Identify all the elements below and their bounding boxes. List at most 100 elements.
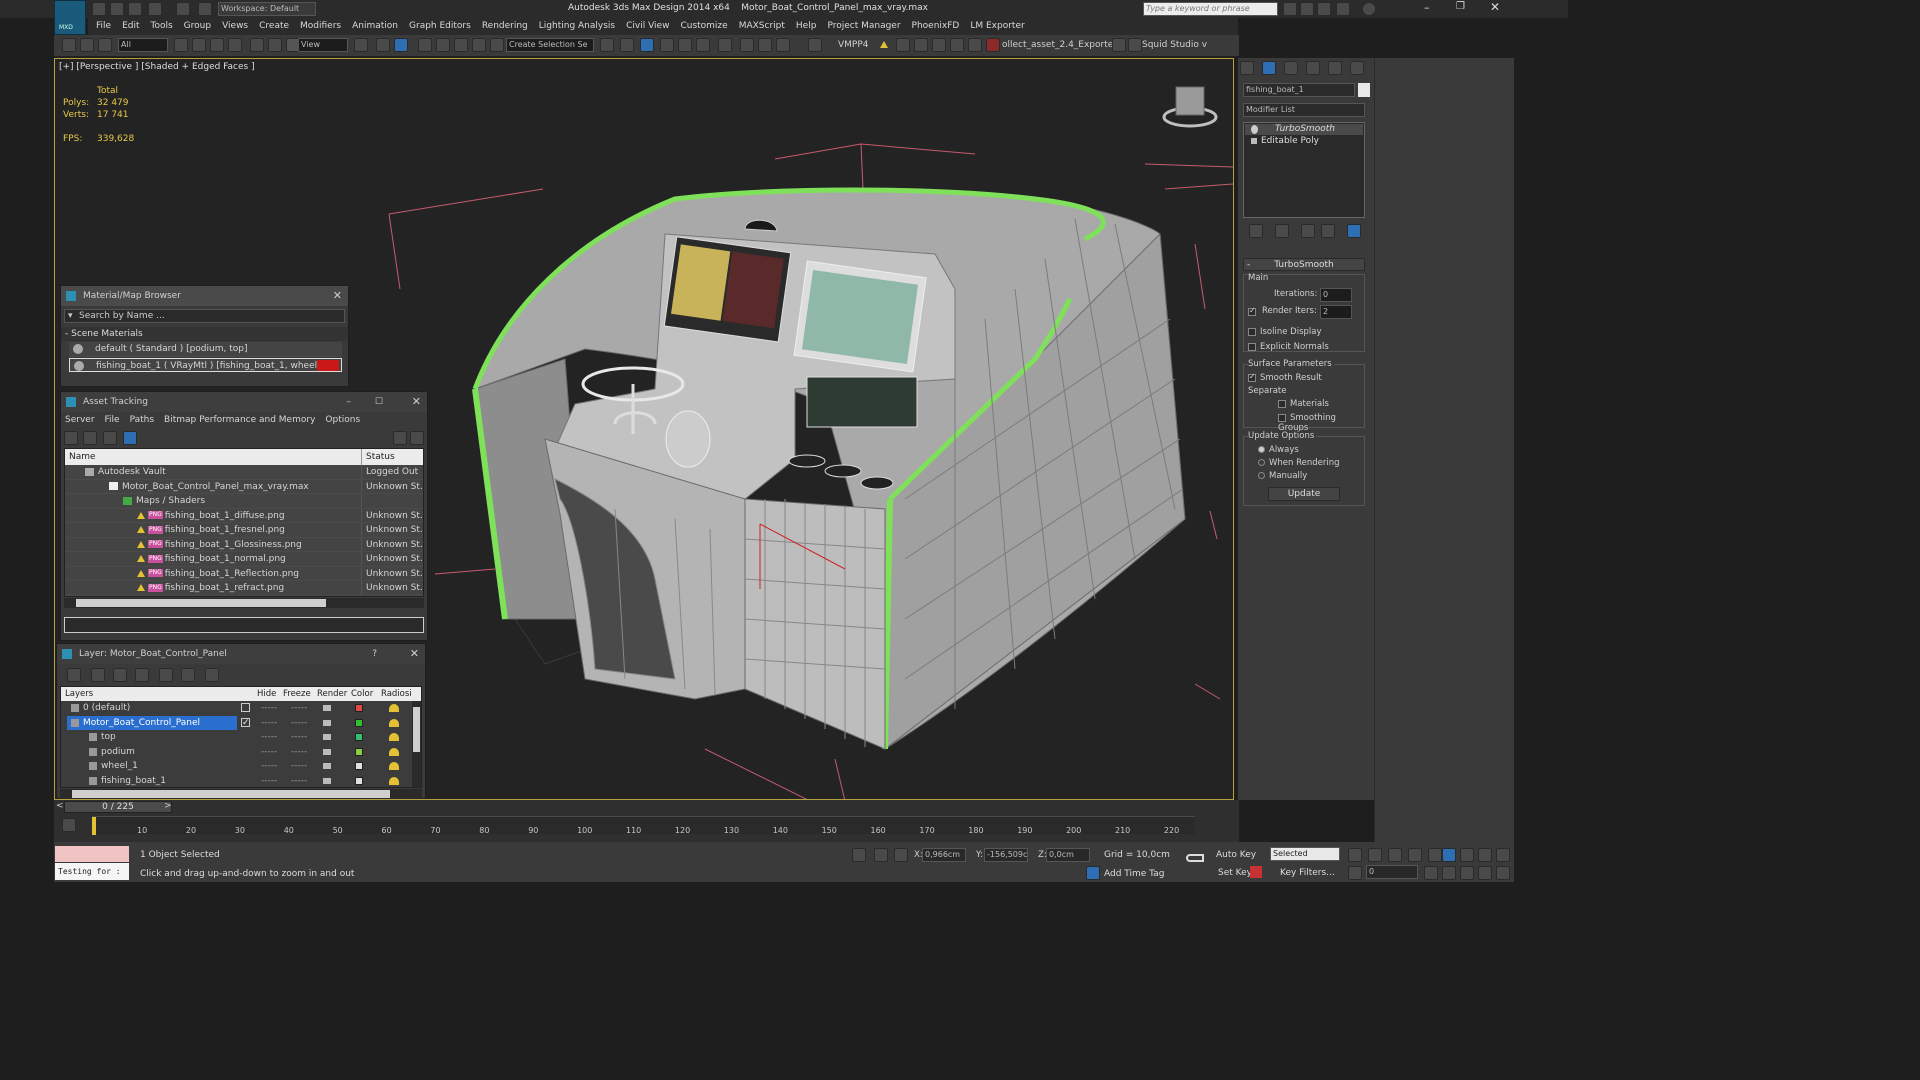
- key-icon[interactable]: [1186, 854, 1204, 862]
- radiosity-icon[interactable]: [389, 704, 399, 712]
- asset-row[interactable]: PNG fishing_boat_1_Glossiness.png Unknown …: [65, 537, 423, 552]
- zoom-icon[interactable]: [1442, 848, 1456, 862]
- spinner-snap-icon[interactable]: [472, 38, 486, 52]
- menu-item-help[interactable]: Help: [796, 18, 817, 35]
- stack-item-turbosmooth[interactable]: TurboSmooth: [1245, 124, 1363, 135]
- pan-icon[interactable]: [1460, 866, 1474, 880]
- rotate-icon[interactable]: [268, 38, 282, 52]
- menu-item-project-manager[interactable]: Project Manager: [827, 18, 900, 35]
- modify-tab-icon[interactable]: [1262, 61, 1276, 75]
- current-layer-checkbox[interactable]: [241, 703, 250, 712]
- mirror-icon[interactable]: [600, 38, 614, 52]
- prev-key-icon[interactable]: [1368, 848, 1382, 862]
- material-browser-titlebar[interactable]: Material/Map Browser ✕: [61, 286, 348, 306]
- selection-filter-dropdown[interactable]: All: [118, 38, 168, 52]
- motion-tab-icon[interactable]: [1306, 61, 1320, 75]
- menu-item-phoenixfd[interactable]: PhoenixFD: [912, 18, 960, 35]
- when-rendering-radio[interactable]: [1258, 459, 1265, 466]
- menu-item-animation[interactable]: Animation: [352, 18, 398, 35]
- schematic-view-icon[interactable]: [718, 38, 732, 52]
- remove-modifier-icon[interactable]: [1321, 224, 1335, 238]
- reference-coordinate-dropdown[interactable]: View: [298, 38, 348, 52]
- unlink-icon[interactable]: [80, 38, 94, 52]
- next-frame-icon[interactable]: >: [164, 801, 172, 811]
- squid-studio-label[interactable]: Squid Studio v: [1142, 40, 1207, 50]
- layer-hide-toggle[interactable]: -----: [261, 774, 277, 788]
- layer-freeze-toggle[interactable]: -----: [291, 730, 307, 745]
- freeze-all-layers-icon[interactable]: [205, 668, 219, 682]
- app-logo[interactable]: MXD: [54, 0, 86, 35]
- perspective-viewport[interactable]: [+] [Perspective ] [Shaded + Edged Faces…: [54, 58, 1234, 800]
- layer-hide-toggle[interactable]: -----: [261, 701, 277, 716]
- viewport-canvas-icon[interactable]: [950, 38, 964, 52]
- hierarchy-tab-icon[interactable]: [1284, 61, 1298, 75]
- explicit-normals-checkbox[interactable]: [1248, 342, 1256, 351]
- maximize-icon[interactable]: ❐: [1456, 1, 1465, 12]
- menu-item-lighting-analysis[interactable]: Lighting Analysis: [539, 18, 615, 35]
- asset-horizontal-scrollbar[interactable]: [64, 597, 424, 608]
- play-icon[interactable]: [1388, 848, 1402, 862]
- asset-row[interactable]: Autodesk Vault Logged Out: [65, 465, 423, 480]
- scrollbar-thumb[interactable]: [413, 707, 420, 752]
- turbosmooth-rollout-header[interactable]: - TurboSmooth: [1243, 258, 1365, 271]
- current-layer-checkbox[interactable]: ✓: [241, 717, 250, 727]
- radiosity-icon[interactable]: [389, 718, 399, 727]
- close-icon[interactable]: ✕: [410, 644, 419, 664]
- recycle-icon[interactable]: [1112, 38, 1126, 52]
- open-icon[interactable]: [110, 2, 124, 16]
- layer-col-render[interactable]: Render: [317, 687, 347, 701]
- edit-named-selection-icon[interactable]: [490, 38, 504, 52]
- radiosity-icon[interactable]: [389, 747, 399, 756]
- current-frame-field[interactable]: 0: [1366, 865, 1418, 879]
- hide-all-layers-icon[interactable]: [181, 668, 195, 682]
- layer-color-swatch[interactable]: [355, 733, 363, 741]
- minimize-icon[interactable]: –: [347, 392, 352, 412]
- asset-tracking-titlebar[interactable]: Asset Tracking – ☐ ✕: [61, 392, 427, 412]
- configure-sets-icon[interactable]: [1347, 224, 1361, 238]
- col-status-header[interactable]: Status: [361, 449, 395, 465]
- light-bulb-icon[interactable]: [914, 38, 928, 52]
- keyboard-shortcut-icon[interactable]: [394, 38, 408, 52]
- maximize-viewport-icon[interactable]: [1496, 866, 1510, 880]
- absolute-mode-icon[interactable]: [894, 848, 908, 862]
- select-layer-objects-icon[interactable]: [135, 668, 149, 682]
- menu-item-tools[interactable]: Tools: [151, 18, 173, 35]
- script-icon[interactable]: [968, 38, 982, 52]
- zoom-extents-all-icon[interactable]: [1496, 848, 1510, 862]
- layer-manager-dialog[interactable]: Layer: Motor_Boat_Control_Panel ? ✕ Laye…: [56, 643, 426, 799]
- communication-icon[interactable]: [1317, 2, 1331, 16]
- asset-path-field[interactable]: [64, 616, 424, 633]
- radiosity-icon[interactable]: [389, 733, 399, 741]
- go-to-start-icon[interactable]: [1348, 848, 1362, 862]
- material-browser-dialog[interactable]: Material/Map Browser ✕ ▾ Search by Name …: [60, 285, 349, 387]
- warning-icon[interactable]: [880, 40, 891, 50]
- asset-menu-options[interactable]: Options: [325, 415, 360, 425]
- curve-editor-icon[interactable]: [696, 38, 710, 52]
- render-production-icon[interactable]: [808, 38, 822, 52]
- utilities-tab-icon[interactable]: [1350, 61, 1364, 75]
- asset-row[interactable]: PNG fishing_boat_1_refract.png Unknown St.…: [65, 581, 423, 596]
- asset-row[interactable]: Motor_Boat_Control_Panel_max_vray.max Unk…: [65, 479, 423, 494]
- layer-vertical-scrollbar[interactable]: [412, 701, 421, 787]
- layer-col-layers[interactable]: Layers: [65, 687, 93, 701]
- select-by-name-icon[interactable]: [192, 38, 206, 52]
- close-icon[interactable]: ✕: [333, 286, 342, 306]
- help-button[interactable]: ?: [372, 644, 377, 664]
- layer-color-swatch[interactable]: [355, 776, 363, 785]
- asset-tracking-dialog[interactable]: Asset Tracking – ☐ ✕ Server File Paths Bitm…: [60, 391, 428, 641]
- window-crossing-icon[interactable]: [228, 38, 242, 52]
- squid-studio-icon[interactable]: [1128, 38, 1142, 52]
- save-icon[interactable]: [128, 2, 142, 16]
- scene-explorer-icon[interactable]: [640, 38, 654, 52]
- maximize-icon[interactable]: ☐: [375, 392, 383, 412]
- lock-selection-icon[interactable]: [874, 848, 888, 862]
- isoline-checkbox[interactable]: [1248, 327, 1256, 336]
- material-search-input[interactable]: ▾ Search by Name ...: [64, 309, 345, 323]
- zoom-all-icon[interactable]: [1460, 848, 1474, 862]
- add-time-tag[interactable]: Add Time Tag: [1104, 869, 1164, 879]
- menu-item-lm-exporter[interactable]: LM Exporter: [970, 18, 1024, 35]
- details-view-icon[interactable]: [103, 431, 117, 445]
- list-view-icon[interactable]: [83, 431, 97, 445]
- layer-col-hide[interactable]: Hide: [257, 687, 276, 701]
- menu-item-views[interactable]: Views: [222, 18, 248, 35]
